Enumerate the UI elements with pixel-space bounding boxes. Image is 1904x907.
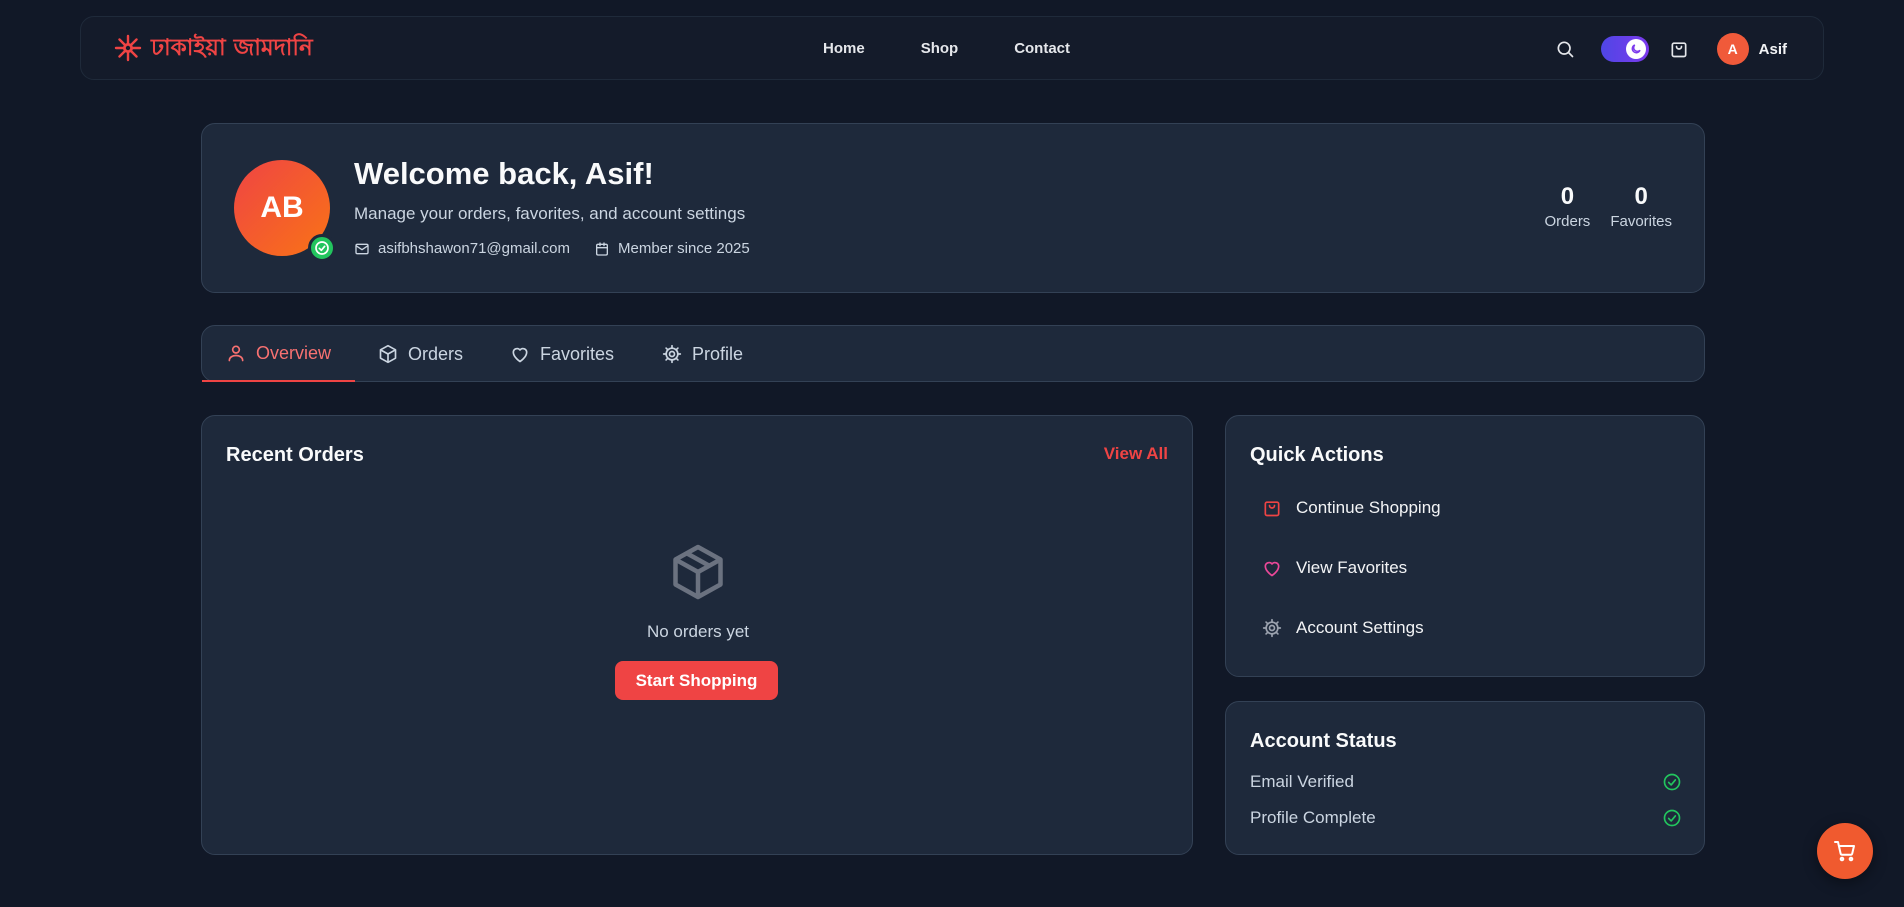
calendar-icon [594,241,610,257]
nav-actions: A Asif [1553,33,1787,65]
status-label: Email Verified [1250,772,1354,791]
theme-toggle[interactable] [1600,36,1649,62]
tab-orders[interactable]: Orders [378,326,463,382]
check-circle-icon [1662,808,1682,828]
package-icon [378,344,398,364]
tab-favorites-label: Favorites [540,343,615,364]
moon-icon [1625,39,1646,59]
tab-orders-label: Orders [408,343,464,364]
stat-favorites: 0 Favorites [1610,182,1672,232]
tab-overview[interactable]: Overview [202,326,356,382]
top-navbar: ঢাকাইয়া জামদানি Home Shop Contact A Asi… [80,16,1824,80]
quick-action-account-settings[interactable]: Account Settings [1250,608,1682,648]
profile-meta: asifbhshawon71@gmail.com Member since 20… [354,240,750,257]
mail-icon [354,241,370,257]
brand-sunburst-icon [113,33,143,63]
recent-orders-card: Recent Orders View All No orders yet Sta… [201,415,1193,855]
user-icon [226,343,246,363]
quick-actions-title: Quick Actions [1250,444,1384,466]
profile-email: asifbhshawon71@gmail.com [378,240,570,257]
welcome-card: AB Welcome back, Asif! Manage your order… [201,123,1705,293]
dashboard-tabs: Overview Orders Favorites Profile [201,325,1705,382]
tab-favorites[interactable]: Favorites [510,326,614,382]
account-status-card: Account Status Email Verified Profile Co… [1225,701,1705,855]
nav-link-contact[interactable]: Contact [1014,38,1070,60]
quick-action-view-favorites[interactable]: View Favorites [1250,548,1682,588]
verified-check-icon [308,234,336,262]
welcome-title: Welcome back, Asif! [354,156,654,191]
stat-favorites-label: Favorites [1610,213,1672,230]
quick-action-label: View Favorites [1296,558,1408,577]
stat-orders-label: Orders [1544,213,1591,230]
heart-icon [510,344,530,364]
shopping-bag-icon[interactable] [1667,37,1691,61]
quick-action-continue-shopping[interactable]: Continue Shopping [1250,488,1682,528]
member-since: Member since 2025 [618,240,750,257]
stat-favorites-value: 0 [1634,183,1648,210]
status-row-email: Email Verified [1250,772,1682,792]
view-all-link[interactable]: View All [1104,444,1168,464]
stat-orders: 0 Orders [1544,182,1590,232]
floating-cart-button[interactable] [1817,823,1873,879]
tab-overview-label: Overview [256,342,332,363]
cart-icon [1833,839,1857,863]
empty-orders-text: No orders yet [646,622,750,641]
gear-icon [1262,618,1282,638]
brand-name: ঢাকাইয়া জামদানি [151,35,313,61]
shopping-bag-icon [1262,498,1282,518]
recent-orders-title: Recent Orders [226,444,364,466]
nav-link-shop[interactable]: Shop [921,38,959,60]
package-icon [668,542,728,602]
user-avatar: A [1716,33,1749,65]
account-status-title: Account Status [1250,730,1397,752]
gear-icon [662,344,682,364]
profile-stats: 0 Orders 0 Favorites [1544,182,1672,232]
tab-profile-label: Profile [692,343,744,364]
user-name: Asif [1758,40,1787,58]
start-shopping-button[interactable]: Start Shopping [615,661,778,700]
stat-orders-value: 0 [1560,183,1575,210]
status-label: Profile Complete [1250,808,1376,827]
check-circle-icon [1662,772,1682,792]
user-menu[interactable]: A Asif [1716,33,1787,65]
quick-action-label: Continue Shopping [1296,498,1441,517]
search-icon[interactable] [1553,37,1577,61]
heart-icon [1262,558,1282,578]
status-row-profile: Profile Complete [1250,808,1682,828]
tab-profile[interactable]: Profile [662,326,743,382]
welcome-subtitle: Manage your orders, favorites, and accou… [354,204,746,223]
brand-logo[interactable]: ঢাকাইয়া জামদানি [113,32,313,64]
main-nav: Home Shop Contact [823,38,1126,60]
quick-action-label: Account Settings [1296,618,1424,637]
nav-link-home[interactable]: Home [823,38,865,60]
quick-actions-card: Quick Actions Continue Shopping View Fav… [1225,415,1705,677]
